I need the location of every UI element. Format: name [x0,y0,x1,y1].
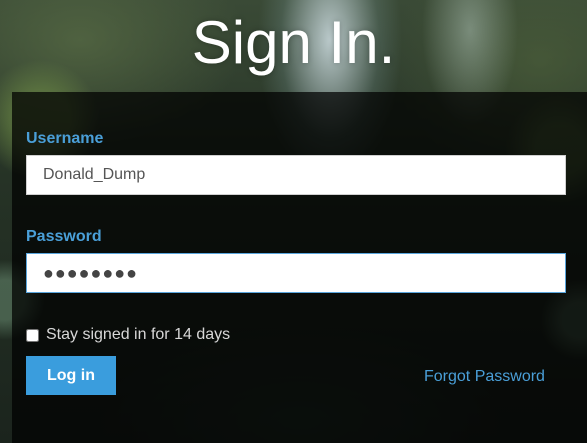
username-label: Username [26,130,104,147]
username-input[interactable] [26,155,566,195]
page-title: Sign In. [191,9,396,76]
login-panel: Username Password Stay signed in for 14 … [12,92,587,443]
password-label: Password [26,228,102,245]
password-input[interactable] [26,253,566,293]
forgot-password-link[interactable]: Forgot Password [424,368,545,386]
remember-checkbox[interactable] [26,328,39,342]
login-button[interactable]: Log in [26,356,116,395]
remember-label: Stay signed in for 14 days [46,326,231,343]
remember-me: Stay signed in for 14 days [26,326,230,344]
